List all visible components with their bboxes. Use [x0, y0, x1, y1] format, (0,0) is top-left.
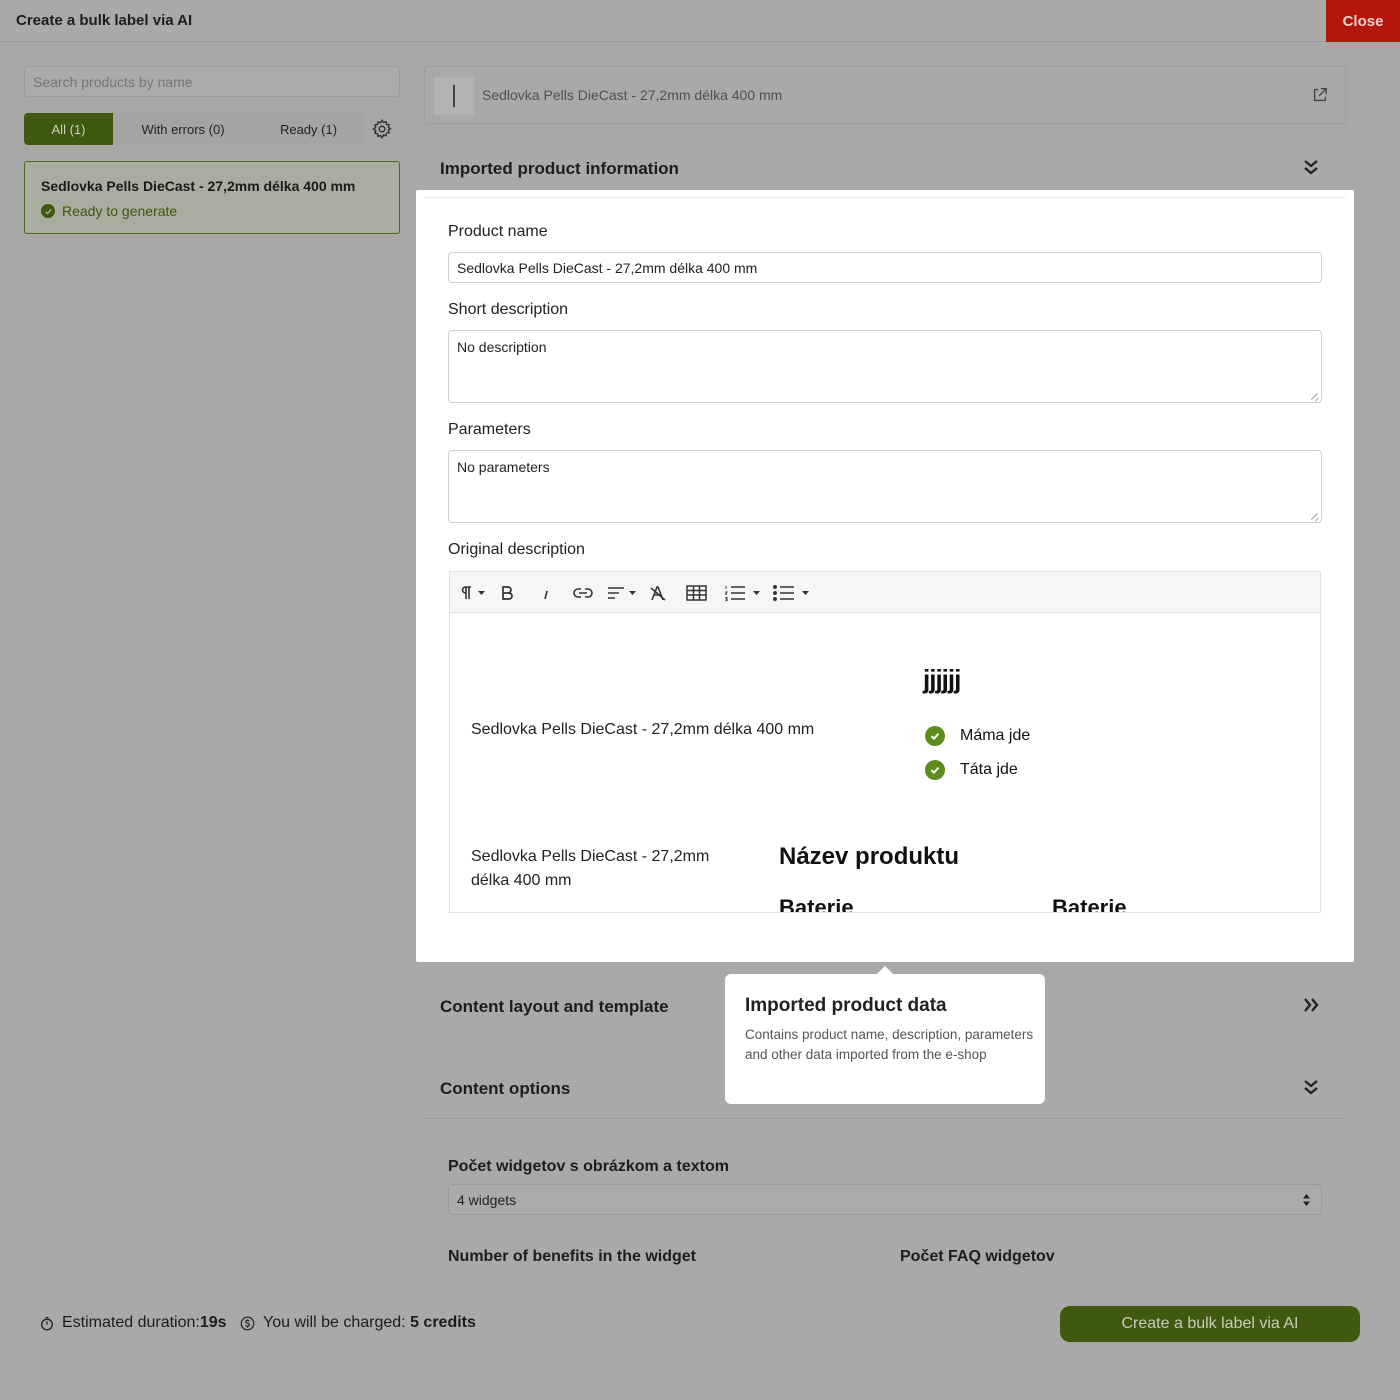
italic-icon [544, 587, 549, 600]
charge-value: 5 credits [410, 1314, 476, 1331]
ordered-list-icon [724, 586, 745, 601]
tooltip-title: Imported product data [745, 995, 947, 1016]
clear-format-icon [650, 586, 666, 601]
parameters-value: No parameters [457, 459, 550, 475]
filter-tabs: All (1) With errors (0) Ready (1) [24, 113, 364, 145]
check-circle-icon [41, 204, 55, 218]
tab-with-errors[interactable]: With errors (0) [113, 113, 253, 145]
gear-icon[interactable] [371, 118, 393, 140]
close-button[interactable]: Close [1326, 0, 1400, 42]
content-heading: jjjjjj [923, 664, 961, 694]
chevrons-down-icon[interactable] [1302, 1078, 1320, 1096]
top-bar: Create a bulk label via AI Close [0, 0, 1400, 42]
chevrons-right-icon[interactable] [1302, 996, 1320, 1014]
charge-label: You will be charged: [263, 1314, 406, 1331]
column-heading: Baterie [1052, 895, 1127, 913]
check-circle-icon [925, 760, 945, 780]
caret-down-icon [802, 591, 809, 595]
imported-info-panel: Product name Sedlovka Pells DieCast - 27… [416, 190, 1354, 962]
resize-handle[interactable] [1311, 392, 1319, 400]
divider [424, 197, 1346, 198]
product-name-label: Product name [448, 223, 548, 240]
product-title-heading: Název produktu [779, 843, 960, 870]
tooltip-text: Contains product name, description, para… [745, 1027, 1034, 1062]
select-arrows-icon [1303, 1194, 1310, 1206]
ordered-list-button[interactable] [724, 582, 762, 604]
product-list-item-name: Sedlovka Pells DieCast - 27,2mm délka 40… [41, 178, 356, 194]
caret-down-icon [478, 591, 485, 595]
selected-product-name: Sedlovka Pells DieCast - 27,2mm délka 40… [482, 87, 783, 103]
product-thumbnail [434, 77, 474, 115]
page-title: Create a bulk label via AI [16, 12, 193, 29]
duration-value: 19s [199, 1314, 227, 1331]
broken-image: Sedlovka Pells DieCast - 27,2mm délka 40… [471, 848, 710, 889]
info-tooltip: Imported product data Contains product n… [725, 966, 1045, 1104]
bullet-list-button[interactable] [773, 582, 811, 604]
create-bulk-label-button[interactable]: Create a bulk label via AI [1060, 1306, 1360, 1342]
estimated-duration: Estimated duration:19s [40, 1314, 227, 1332]
bold-button[interactable] [500, 582, 514, 604]
caret-down-icon [629, 591, 636, 595]
table-icon [686, 585, 707, 601]
paragraph-format-button[interactable] [460, 582, 487, 604]
resize-handle[interactable] [1311, 512, 1319, 520]
section-title: Imported product information [440, 159, 679, 178]
search-input[interactable] [24, 66, 400, 97]
parameters-textarea[interactable]: No parameters [448, 450, 1322, 523]
coin-icon [240, 1316, 255, 1330]
section-title: Content options [440, 1079, 571, 1098]
product-list-item[interactable]: Sedlovka Pells DieCast - 27,2mm délka 40… [24, 161, 400, 234]
clear-format-button[interactable] [649, 582, 667, 604]
section-title: Content layout and template [440, 997, 669, 1016]
status-text: Ready to generate [62, 203, 178, 219]
align-left-icon [608, 587, 624, 599]
short-description-label: Short description [448, 301, 569, 318]
check-circle-icon [925, 726, 945, 746]
short-description-value: No description [457, 339, 547, 355]
editor-content[interactable]: Sedlovka Pells DieCast - 27,2mm délka 40… [450, 614, 1320, 913]
duration-label: Estimated duration: [62, 1314, 200, 1331]
external-link-icon[interactable] [1311, 86, 1329, 104]
caret-down-icon [753, 591, 760, 595]
paragraph-icon [461, 586, 471, 599]
benefit-text: Máma jde [960, 727, 1031, 744]
editor-toolbar [450, 572, 1320, 613]
tab-ready[interactable]: Ready (1) [253, 113, 364, 145]
table-button[interactable] [686, 582, 707, 604]
italic-button[interactable] [540, 582, 552, 604]
widget-count-select[interactable]: 4 widgets [448, 1184, 1322, 1215]
rich-text-editor[interactable]: Sedlovka Pells DieCast - 27,2mm délka 40… [449, 571, 1321, 913]
original-description-label: Original description [448, 541, 585, 558]
faq-count-label: Počet FAQ widgetov [900, 1248, 1055, 1265]
product-name-field[interactable]: Sedlovka Pells DieCast - 27,2mm délka 40… [448, 252, 1322, 283]
broken-image: Sedlovka Pells DieCast - 27,2mm délka 40… [471, 721, 815, 738]
bold-icon [502, 586, 513, 600]
chevrons-down-icon[interactable] [1302, 158, 1320, 176]
parameters-label: Parameters [448, 421, 531, 438]
stopwatch-icon [41, 1316, 53, 1330]
tab-all[interactable]: All (1) [24, 113, 113, 145]
short-description-textarea[interactable]: No description [448, 330, 1322, 403]
benefit-text: Táta jde [960, 761, 1018, 778]
benefit-item: Táta jde [925, 760, 1018, 780]
selected-product-bar: Sedlovka Pells DieCast - 27,2mm délka 40… [424, 66, 1346, 124]
align-button[interactable] [607, 582, 638, 604]
link-button[interactable] [572, 582, 594, 604]
widget-count-label: Počet widgetov s obrázkom a textom [448, 1158, 729, 1175]
column-heading: Baterie [779, 895, 854, 913]
benefits-count-label: Number of benefits in the widget [448, 1248, 697, 1265]
charge-info: You will be charged: 5 credits [240, 1314, 476, 1332]
bullet-list-icon [773, 585, 794, 601]
footer-bar: Estimated duration:19s You will be charg… [24, 1290, 1376, 1358]
benefit-item: Máma jde [925, 726, 1030, 746]
link-icon [573, 588, 593, 598]
status-badge: Ready to generate [41, 203, 177, 219]
widget-count-value: 4 widgets [457, 1192, 517, 1208]
